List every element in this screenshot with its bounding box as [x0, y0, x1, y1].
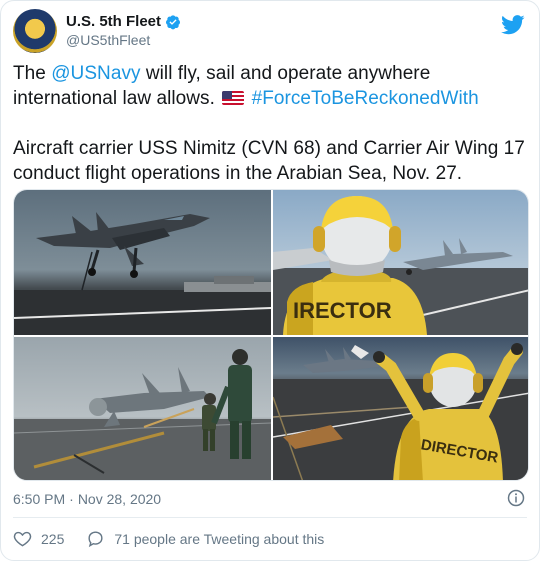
divider	[13, 517, 527, 518]
tweet-text-prefix: The	[13, 63, 52, 84]
tweet-paragraph-2: Aircraft carrier USS Nimitz (CVN 68) and…	[13, 138, 525, 184]
info-icon[interactable]	[507, 489, 525, 507]
display-name[interactable]: U.S. 5th Fleet	[66, 12, 181, 31]
heart-icon	[13, 531, 32, 547]
tweet-header: U.S. 5th Fleet @US5thFleet	[13, 9, 527, 53]
photo-catapult-launch-art	[14, 349, 271, 480]
like-count: 225	[41, 530, 65, 547]
twitter-bird-icon[interactable]	[501, 15, 525, 35]
photo-director-signal[interactable]: IRECTOR	[273, 190, 528, 335]
tweet-time: 6:50 PM	[13, 491, 66, 507]
media-grid: IRECTOR DIRECTOR	[13, 189, 529, 481]
photo-jet-landing-art	[14, 212, 271, 335]
tweet-text: The @USNavy will fly, sail and operate a…	[13, 61, 533, 186]
like-button[interactable]: 225	[13, 529, 64, 548]
speech-bubble-icon	[88, 531, 103, 548]
display-name-text[interactable]: U.S. 5th Fleet	[66, 12, 161, 31]
account-handle[interactable]: @US5thFleet	[66, 31, 181, 50]
us-flag-icon	[222, 91, 245, 105]
tweet-card: U.S. 5th Fleet @US5thFleet The @USNavy w…	[0, 0, 540, 561]
tweeting-about-text: 71 people are Tweeting about this	[114, 530, 325, 547]
photo-catapult-launch[interactable]	[14, 337, 271, 480]
photo-director-arms-raised[interactable]: DIRECTOR	[273, 337, 528, 480]
verified-badge-icon	[166, 14, 181, 29]
tweet-paragraph-1: The @USNavy will fly, sail and operate a…	[13, 61, 533, 111]
timestamp-separator: ·	[69, 491, 74, 507]
tweet-actions: 225 71 people are Tweeting about this	[13, 529, 324, 548]
tweet-timestamp[interactable]: 6:50 PM · Nov 28, 2020	[13, 490, 161, 508]
tweet-date: Nov 28, 2020	[77, 491, 162, 507]
account-names: U.S. 5th Fleet @US5thFleet	[66, 12, 181, 50]
account-avatar[interactable]	[13, 9, 57, 53]
hashtag-link[interactable]: #ForceToBeReckonedWith	[252, 88, 479, 109]
photo-jet-landing[interactable]	[14, 190, 271, 335]
vest-text-p2: IRECTOR	[293, 298, 392, 323]
mention-link[interactable]: @USNavy	[51, 63, 140, 84]
tweeting-about-link[interactable]: 71 people are Tweeting about this	[86, 529, 324, 548]
photo-director-arms-raised-art: DIRECTOR	[273, 343, 528, 480]
photo-director-signal-art: IRECTOR	[273, 196, 528, 335]
